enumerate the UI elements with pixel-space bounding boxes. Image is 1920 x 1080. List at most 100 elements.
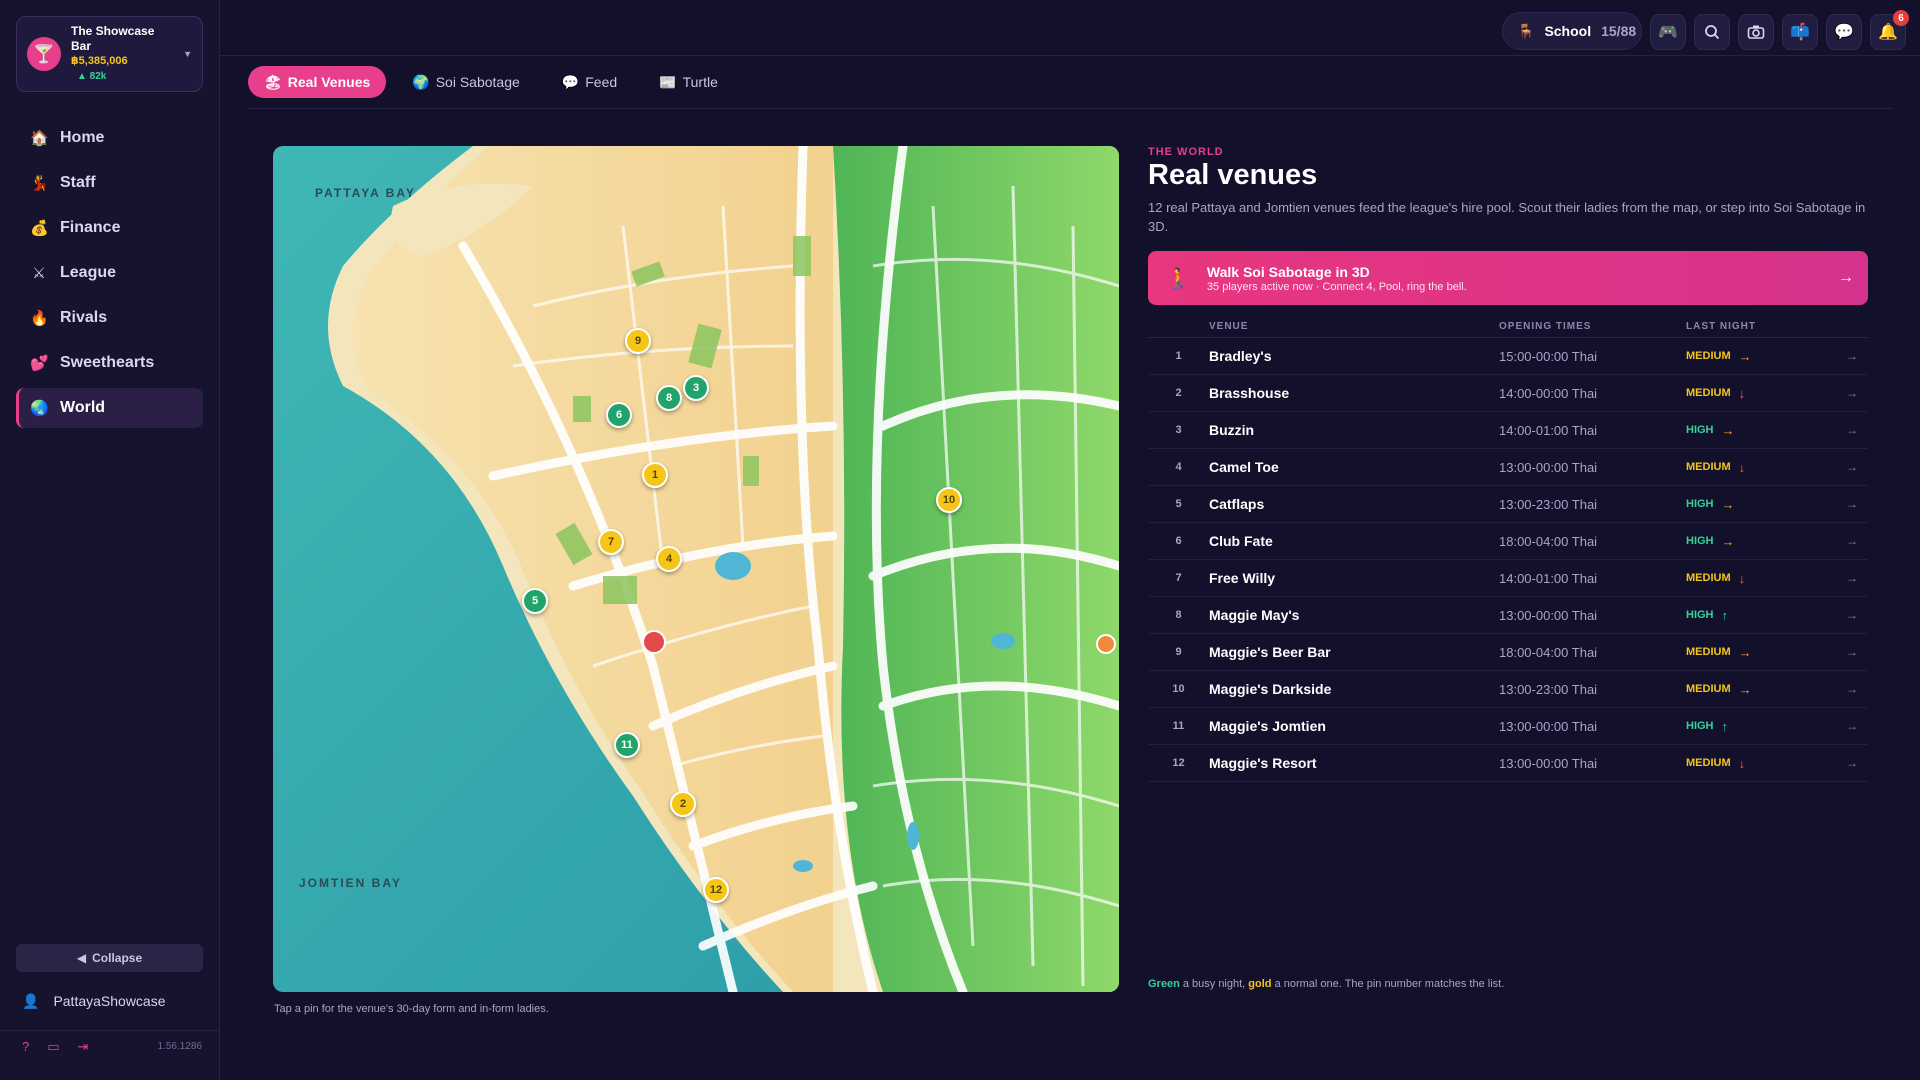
map-pin-9[interactable]: 9 [625,328,651,354]
collapse-button[interactable]: ◀ Collapse [16,944,203,972]
nav-item-label: Sweethearts [60,354,155,371]
tab-turtle[interactable]: 📰 Turtle [643,66,734,98]
open-venue-arrow-icon[interactable]: → [1846,460,1868,474]
nav-item-rivals[interactable]: 🔥 Rivals [16,298,203,338]
messages-button[interactable]: 💬 [1826,14,1862,50]
notifications-button[interactable]: 🔔 6 [1870,10,1909,50]
arrow-down-icon: ↓ [1738,755,1746,771]
gamepad-button[interactable]: 🎮 [1650,14,1686,50]
map-pin-10[interactable]: 10 [936,487,962,513]
venue-name: Free Willy [1209,570,1276,586]
venue-number: 10 [1172,683,1185,695]
open-venue-arrow-icon[interactable]: → [1846,349,1868,363]
open-venue-arrow-icon[interactable]: → [1846,571,1868,585]
open-venue-arrow-icon[interactable]: → [1846,386,1868,400]
open-venue-arrow-icon[interactable]: → [1846,719,1868,733]
open-venue-arrow-icon[interactable]: → [1846,423,1868,437]
venue-table: VENUE OPENING TIMES LAST NIGHT 1 Bradley'… [1148,316,1868,782]
tab-soi-sabotage[interactable]: 🌍 Soi Sabotage [396,66,536,98]
arrow-down-icon: ↓ [1738,459,1746,475]
camera-icon [1747,25,1765,39]
nav-item-staff[interactable]: 💃 Staff [16,163,203,203]
chevron-down-icon: ▼ [183,49,192,59]
map-pin-1[interactable]: 1 [642,462,668,488]
school-status[interactable]: 🪑 School 15/88 [1502,12,1642,50]
venue-name: Maggie's Darkside [1209,681,1332,697]
activity-level: MEDIUM [1686,683,1731,695]
tab-feed[interactable]: 💬 Feed [546,66,633,98]
venue-rows: 1 Bradley's 15:00-00:00 Thai MEDIUM → → 2 Brass… [1148,338,1868,782]
table-row[interactable]: 11 Maggie's Jomtien 13:00-00:00 Thai HIGH ↑ → [1148,708,1868,745]
bell-icon: 🔔 [1878,24,1898,41]
table-row[interactable]: 1 Bradley's 15:00-00:00 Thai MEDIUM → → [1148,338,1868,375]
map-pin-11[interactable]: 11 [614,732,640,758]
username: PattayaShowcase [53,993,166,1009]
header-times: OPENING TIMES [1499,321,1592,332]
nav-item-sweethearts[interactable]: 💕 Sweethearts [16,343,203,383]
bar-delta: ▲ 82k [77,71,107,82]
venue-name: Camel Toe [1209,459,1279,475]
tab-label: Turtle [682,74,718,90]
table-row[interactable]: 2 Brasshouse 14:00-00:00 Thai MEDIUM ↓ → [1148,375,1868,412]
table-row[interactable]: 10 Maggie's Darkside 13:00-23:00 Thai MEDIU… [1148,671,1868,708]
nav-item-finance[interactable]: 💰 Finance [16,208,203,248]
tab-real-venues[interactable]: 🏖 Real Venues [248,66,387,98]
camera-button[interactable] [1738,14,1774,50]
open-venue-arrow-icon[interactable]: → [1846,608,1868,622]
venue-name: Buzzin [1209,422,1255,438]
open-venue-arrow-icon[interactable]: → [1846,497,1868,511]
open-venue-arrow-icon[interactable]: → [1846,682,1868,696]
logout-icon[interactable]: ⇥ [78,1039,89,1055]
bar-switcher[interactable]: 🍸 The Showcase Bar ฿5,385,006 ▲ 82k ▼ [16,16,203,92]
nav-item-league[interactable]: ⚔ League [16,253,203,293]
venue-opening-times: 14:00-01:00 Thai [1499,422,1598,438]
map-pin-6[interactable]: 6 [606,402,632,428]
arrow-right-icon: → [1838,269,1854,286]
help-icon[interactable]: ? [22,1039,29,1054]
venue-last-night: HIGH ↑ [1686,719,1846,734]
venue-opening-times: 13:00-00:00 Thai [1499,459,1598,475]
table-row[interactable]: 6 Club Fate 18:00-04:00 Thai HIGH → → [1148,523,1868,560]
world-tabs: 🏖 Real Venues 🌍 Soi Sabotage 💬 Feed 📰 Tu… [248,66,1892,109]
user-profile[interactable]: 👤 PattayaShowcase [0,988,220,1014]
section-eyebrow: THE WORLD [1148,146,1224,158]
open-venue-arrow-icon[interactable]: → [1846,756,1868,770]
open-venue-arrow-icon[interactable]: → [1846,645,1868,659]
venue-map[interactable]: PATTAYA BAY JOMTIEN BAY 1 2 3 4 5 6 7 8 … [273,146,1119,992]
table-row[interactable]: 12 Maggie's Resort 13:00-00:00 Thai MEDIUM ↓… [1148,745,1868,782]
beach-icon: 🏖 [264,73,282,90]
map-pin-3[interactable]: 3 [683,375,709,401]
venue-name: Club Fate [1209,533,1273,549]
table-row[interactable]: 5 Catflaps 13:00-23:00 Thai HIGH → → [1148,486,1868,523]
map-pin-2[interactable]: 2 [670,791,696,817]
map-pin-7[interactable]: 7 [598,529,624,555]
table-row[interactable]: 9 Maggie's Beer Bar 18:00-04:00 Thai MEDIUM… [1148,634,1868,671]
table-row[interactable]: 4 Camel Toe 13:00-00:00 Thai MEDIUM ↓ → [1148,449,1868,486]
page-description: 12 real Pattaya and Jomtien venues feed … [1148,200,1866,234]
venue-opening-times: 13:00-00:00 Thai [1499,718,1598,734]
venue-last-night: MEDIUM ↓ [1686,571,1846,586]
open-venue-arrow-icon[interactable]: → [1846,534,1868,548]
walk-soi-sabotage-button[interactable]: 🚶 Walk Soi Sabotage in 3D 35 players act… [1148,251,1868,305]
legend-gold: gold [1248,978,1272,990]
chat-icon[interactable]: ▭ [47,1039,59,1055]
map-pin-5[interactable]: 5 [522,588,548,614]
table-row[interactable]: 3 Buzzin 14:00-01:00 Thai HIGH → → [1148,412,1868,449]
venue-opening-times: 14:00-01:00 Thai [1499,570,1598,586]
nav-item-home[interactable]: 🏠 Home [16,118,203,158]
venue-opening-times: 14:00-00:00 Thai [1499,385,1598,401]
map-pin-12[interactable]: 12 [703,877,729,903]
venue-last-night: MEDIUM ↓ [1686,386,1846,401]
map-pin-4[interactable]: 4 [656,546,682,572]
mailbox-button[interactable]: 📫 [1782,14,1818,50]
activity-level: HIGH [1686,609,1714,621]
nav-item-world[interactable]: 🌏 World [16,388,203,428]
table-row[interactable]: 8 Maggie May's 13:00-00:00 Thai HIGH ↑ → [1148,597,1868,634]
search-button[interactable] [1694,14,1730,50]
bar-name: The Showcase Bar [71,24,155,53]
venue-opening-times: 13:00-23:00 Thai [1499,496,1598,512]
table-row[interactable]: 7 Free Willy 14:00-01:00 Thai MEDIUM ↓ → [1148,560,1868,597]
map-pin-8[interactable]: 8 [656,385,682,411]
venue-number: 3 [1175,424,1182,436]
arrow-right-icon: → [1721,422,1735,438]
